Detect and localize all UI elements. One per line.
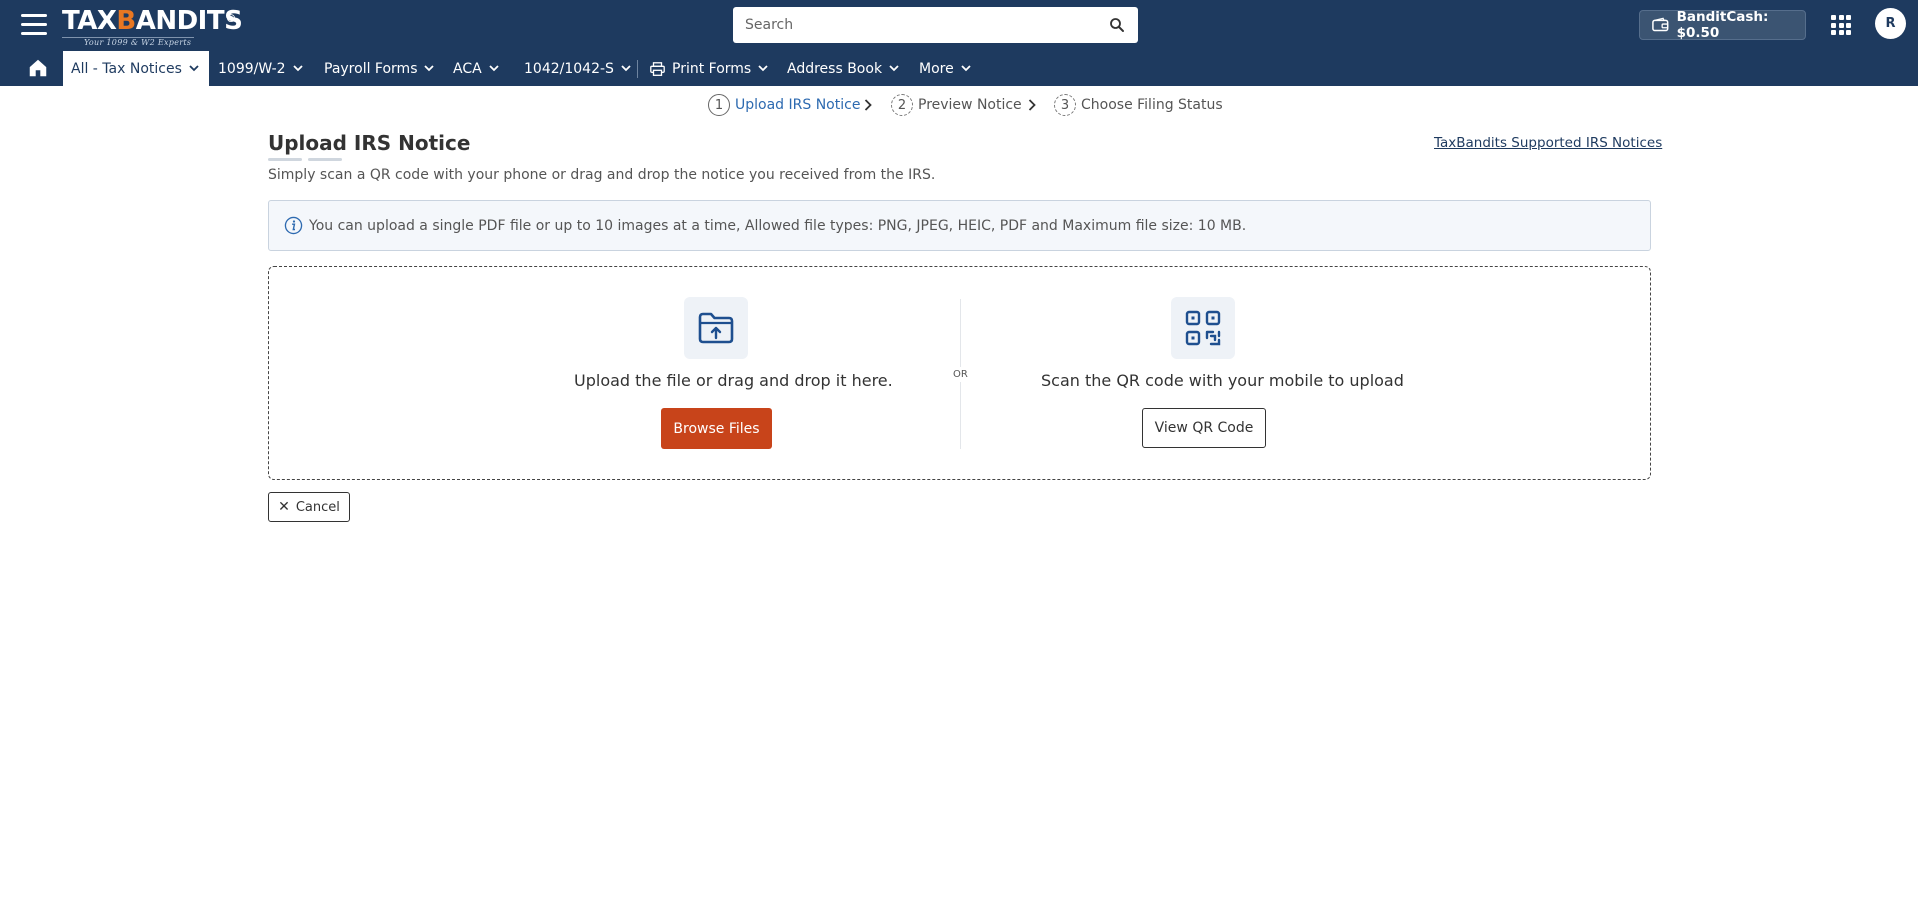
nav-all-tax-notices[interactable]: All - Tax Notices <box>63 51 209 86</box>
upload-folder-tile <box>684 297 748 359</box>
main-nav: All - Tax Notices 1099/W-2 Payroll Forms… <box>0 51 1918 86</box>
upload-info-text: You can upload a single PDF file or up t… <box>309 217 1247 234</box>
printer-icon <box>650 61 665 76</box>
wallet-icon <box>1652 17 1669 32</box>
qr-code-icon <box>1185 310 1221 346</box>
or-separator: OR <box>953 367 968 382</box>
chevron-down-icon <box>889 65 899 72</box>
supported-irs-notices-link[interactable]: TaxBandits Supported IRS Notices <box>1434 135 1662 151</box>
step-number: 3 <box>1054 94 1076 116</box>
bandit-cash-button[interactable]: BanditCash: $0.50 <box>1639 9 1806 41</box>
step-choose-filing-status[interactable]: 3 Choose Filing Status <box>1054 94 1223 116</box>
page-subtitle: Simply scan a QR code with your phone or… <box>268 167 936 183</box>
chevron-down-icon <box>961 65 971 72</box>
step-label: Upload IRS Notice <box>735 97 861 113</box>
chevron-right-icon <box>864 99 872 111</box>
file-drop-zone[interactable]: Upload the file or drag and drop it here… <box>268 266 1651 480</box>
chevron-down-icon <box>424 65 435 72</box>
title-underline <box>308 158 342 161</box>
chevron-down-icon <box>292 65 303 72</box>
user-avatar[interactable]: R <box>1875 8 1906 39</box>
home-icon[interactable] <box>27 57 49 79</box>
title-underline <box>268 158 302 161</box>
nav-1042-1042s[interactable]: 1042/1042-S <box>524 51 631 86</box>
qr-instruction-text: Scan the QR code with your mobile to upl… <box>1041 371 1404 390</box>
step-label: Choose Filing Status <box>1081 97 1223 113</box>
chevron-down-icon <box>758 65 768 72</box>
nav-1099-w2[interactable]: 1099/W-2 <box>218 51 303 86</box>
info-icon <box>284 216 303 235</box>
nav-payroll-forms[interactable]: Payroll Forms <box>324 51 435 86</box>
cancel-button[interactable]: ✕ Cancel <box>268 492 350 522</box>
cancel-label: Cancel <box>295 499 340 515</box>
upload-instruction-text: Upload the file or drag and drop it here… <box>574 371 893 390</box>
step-number: 2 <box>891 94 913 116</box>
chevron-down-icon <box>489 65 499 72</box>
step-upload-irs-notice[interactable]: 1 Upload IRS Notice <box>708 94 860 116</box>
nav-divider <box>637 60 638 78</box>
search-bar <box>733 7 1138 43</box>
nav-address-book[interactable]: Address Book <box>787 51 899 86</box>
taxbandits-logo[interactable]: TAXBANDITS ® Your 1099 & W2 Experts <box>62 6 243 47</box>
folder-upload-icon <box>698 312 734 344</box>
bandit-cash-label: BanditCash: $0.50 <box>1676 9 1769 41</box>
step-label: Preview Notice <box>918 97 1022 113</box>
search-input[interactable] <box>745 17 1108 33</box>
nav-print-forms[interactable]: Print Forms <box>650 51 768 86</box>
search-icon[interactable] <box>1108 16 1126 34</box>
page-title: Upload IRS Notice <box>268 131 471 155</box>
browse-files-button[interactable]: Browse Files <box>661 408 772 449</box>
view-qr-code-button[interactable]: View QR Code <box>1142 408 1266 448</box>
close-icon: ✕ <box>278 499 290 515</box>
upload-info-banner: You can upload a single PDF file or up t… <box>268 200 1651 251</box>
chevron-down-icon <box>621 65 631 72</box>
step-preview-notice[interactable]: 2 Preview Notice <box>891 94 1022 116</box>
qr-code-tile <box>1171 297 1235 359</box>
chevron-down-icon <box>189 65 199 72</box>
top-header: TAXBANDITS® Your 1099 & W2 Experts Bandi… <box>0 0 1918 86</box>
progress-stepper: 1 Upload IRS Notice 2 Preview Notice 3 C… <box>0 94 1918 116</box>
step-number: 1 <box>708 94 730 116</box>
hamburger-menu-icon[interactable] <box>21 14 47 36</box>
nav-aca[interactable]: ACA <box>453 51 499 86</box>
chevron-right-icon <box>1028 99 1036 111</box>
apps-grid-icon[interactable] <box>1831 15 1851 35</box>
nav-more[interactable]: More <box>919 51 971 86</box>
